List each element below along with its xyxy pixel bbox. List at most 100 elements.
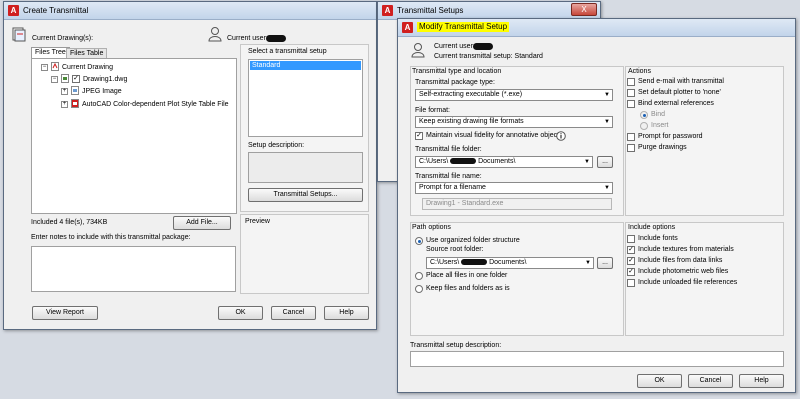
current-setup-label: Current transmittal setup: Standard: [434, 53, 543, 60]
expand-icon[interactable]: +: [61, 101, 68, 108]
current-drawings-label: Current Drawing(s):: [32, 35, 94, 42]
dwg-file-icon: [61, 74, 69, 83]
ok-button[interactable]: OK: [218, 306, 263, 320]
bind-radio[interactable]: [640, 111, 648, 119]
default-plotter-checkbox[interactable]: [627, 89, 635, 97]
include-fonts-checkbox[interactable]: [627, 235, 635, 243]
setup-list[interactable]: Standard: [248, 59, 363, 137]
package-type-value: Self-extracting executable (*.exe): [419, 91, 523, 98]
dialog-title: Transmittal Setups: [397, 6, 464, 15]
purge-drawings-label: Purge drawings: [638, 144, 687, 151]
drawing-checkbox[interactable]: ✓: [72, 75, 80, 83]
prompt-password-checkbox[interactable]: [627, 133, 635, 141]
tree-plot-style[interactable]: AutoCAD Color-dependent Plot Style Table…: [82, 101, 229, 108]
insert-label: Insert: [651, 122, 669, 129]
include-textures-label: Include textures from materials: [638, 246, 734, 253]
send-email-label: Send e-mail with transmittal: [638, 78, 724, 85]
preview-panel: [240, 214, 369, 294]
preview-label: Preview: [245, 218, 270, 225]
tab-files-tree[interactable]: Files Tree: [31, 47, 70, 58]
keep-files-label: Keep files and folders as is: [426, 285, 510, 292]
title-bar[interactable]: A Create Transmittal: [4, 2, 376, 20]
source-root-label: Source root folder:: [426, 246, 484, 253]
current-user-label: Current user:: [227, 35, 268, 42]
browse-folder-button[interactable]: ...: [597, 156, 613, 168]
include-photometric-checkbox[interactable]: ✓: [627, 268, 635, 276]
keep-files-radio[interactable]: [415, 285, 423, 293]
chevron-down-icon: ▼: [604, 119, 610, 125]
autocad-icon: A: [402, 22, 413, 33]
included-files-label: Included 4 file(s), 734KB: [31, 219, 108, 226]
tree-jpeg[interactable]: JPEG Image: [82, 88, 122, 95]
ok-button[interactable]: OK: [637, 374, 682, 388]
file-name-label: Transmittal file name:: [415, 173, 482, 180]
title-bar[interactable]: A Modify Transmittal Setup: [398, 19, 795, 37]
tab-files-table[interactable]: Files Table: [66, 48, 108, 58]
purge-drawings-checkbox[interactable]: [627, 144, 635, 152]
file-format-value: Keep existing drawing file formats: [419, 118, 524, 125]
tree-root[interactable]: Current Drawing: [62, 64, 113, 71]
dialog-title: Create Transmittal: [23, 6, 89, 15]
view-report-button[interactable]: View Report: [32, 306, 98, 320]
cancel-button[interactable]: Cancel: [688, 374, 733, 388]
file-folder-suffix: Documents\: [478, 158, 516, 165]
notes-label: Enter notes to include with this transmi…: [31, 234, 191, 241]
setup-description-label: Setup description:: [248, 142, 305, 149]
include-unloaded-checkbox[interactable]: [627, 279, 635, 287]
setup-description-input[interactable]: [410, 351, 784, 367]
plot-style-file-icon: [71, 99, 79, 108]
insert-radio[interactable]: [640, 122, 648, 130]
tree-drawing[interactable]: Drawing1.dwg: [83, 76, 127, 83]
collapse-icon[interactable]: −: [41, 64, 48, 71]
collapse-icon[interactable]: −: [51, 76, 58, 83]
notes-input[interactable]: [31, 246, 236, 292]
file-name-preview-text: Drawing1 - Standard.exe: [426, 200, 504, 207]
file-name-select[interactable]: Prompt for a filename ▼: [415, 182, 613, 194]
drawing-set-icon: [51, 62, 59, 71]
type-location-label: Transmittal type and location: [412, 68, 502, 75]
place-all-radio[interactable]: [415, 272, 423, 280]
include-textures-checkbox[interactable]: ✓: [627, 246, 635, 254]
organized-structure-radio[interactable]: [415, 237, 423, 245]
help-button[interactable]: Help: [324, 306, 369, 320]
files-tree[interactable]: − Current Drawing − ✓ Drawing1.dwg + JPE…: [31, 58, 237, 214]
add-file-button[interactable]: Add File...: [173, 216, 231, 230]
source-root-select[interactable]: C:\Users\ Documents\ ▼: [426, 257, 594, 269]
cancel-button[interactable]: Cancel: [271, 306, 316, 320]
setup-list-item[interactable]: Standard: [250, 61, 361, 70]
help-button[interactable]: Help: [739, 374, 784, 388]
bind-label: Bind: [651, 111, 666, 118]
expand-icon[interactable]: +: [61, 88, 68, 95]
autocad-icon: A: [8, 5, 19, 16]
user-icon: [208, 27, 222, 42]
dialog-title: Modify Transmittal Setup: [417, 22, 510, 32]
image-file-icon: [71, 86, 79, 95]
include-data-links-label: Include files from data links: [638, 257, 723, 264]
transmittal-setups-button[interactable]: Transmittal Setups...: [248, 188, 363, 202]
organized-structure-label: Use organized folder structure: [426, 237, 520, 244]
actions-label: Actions: [628, 68, 651, 75]
path-options-label: Path options: [412, 224, 451, 231]
redacted-username: [266, 35, 286, 42]
file-name-preview: Drawing1 - Standard.exe: [422, 198, 612, 210]
file-format-select[interactable]: Keep existing drawing file formats ▼: [415, 116, 613, 128]
package-type-select[interactable]: Self-extracting executable (*.exe) ▼: [415, 89, 613, 101]
place-all-label: Place all files in one folder: [426, 272, 508, 279]
send-email-checkbox[interactable]: [627, 78, 635, 86]
maintain-fidelity-checkbox[interactable]: ✓: [415, 132, 423, 140]
file-folder-select[interactable]: C:\Users\ Documents\ ▼: [415, 156, 593, 168]
file-format-label: File format:: [415, 107, 451, 114]
current-user-label: Current user:: [434, 43, 475, 50]
include-data-links-checkbox[interactable]: ✓: [627, 257, 635, 265]
bind-xrefs-checkbox[interactable]: [627, 100, 635, 108]
close-button[interactable]: X: [571, 3, 597, 16]
drawings-icon: [12, 27, 26, 42]
redacted-username: [461, 259, 488, 266]
browse-source-button[interactable]: ...: [597, 257, 613, 269]
info-icon[interactable]: [556, 131, 566, 141]
user-icon: [411, 43, 425, 58]
include-fonts-label: Include fonts: [638, 235, 678, 242]
select-setup-label: Select a transmittal setup: [248, 48, 327, 55]
file-folder-label: Transmittal file folder:: [415, 146, 482, 153]
autocad-icon: A: [382, 5, 393, 16]
